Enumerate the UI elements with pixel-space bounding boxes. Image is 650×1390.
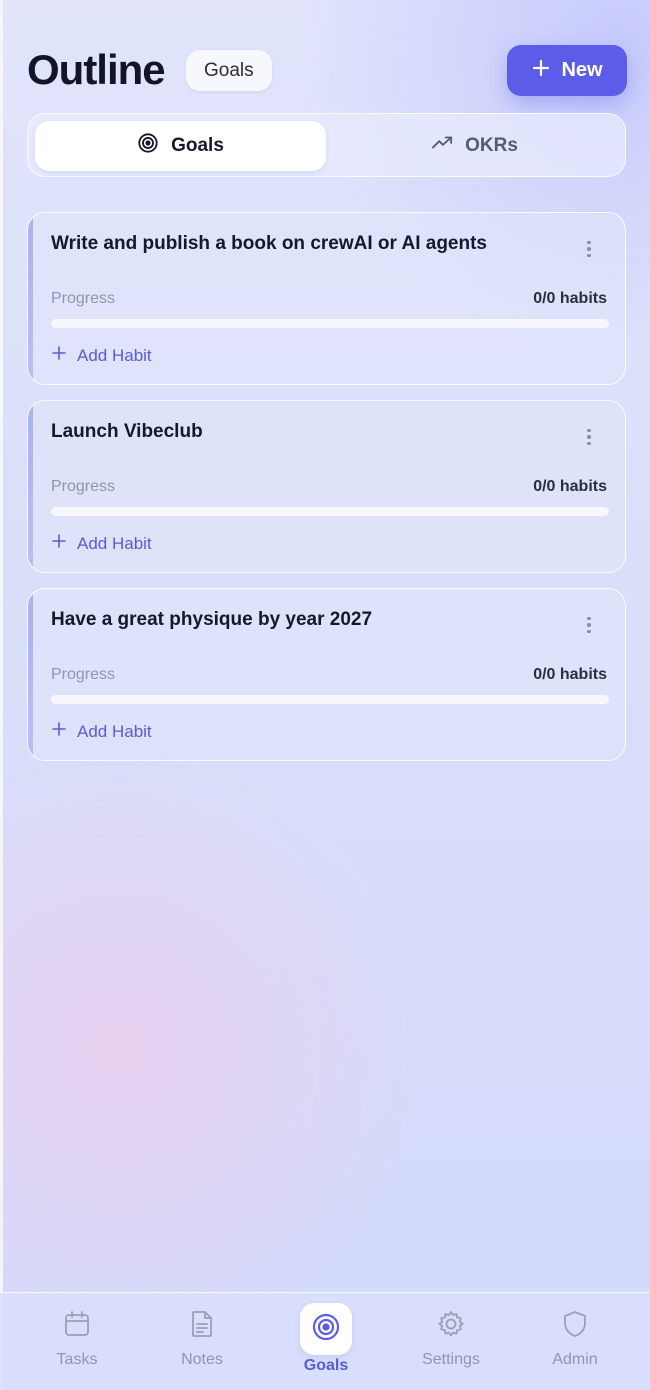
progress-bar <box>51 319 609 328</box>
new-button-label: New <box>561 59 603 81</box>
bottom-nav: Tasks Notes Goals Settings Admin <box>0 1292 650 1390</box>
more-options-icon[interactable] <box>581 237 597 261</box>
progress-count: 0/0 habits <box>533 478 607 495</box>
add-habit-label: Add Habit <box>77 345 152 365</box>
plus-icon <box>51 533 67 554</box>
add-habit-button[interactable]: Add Habit <box>51 345 152 366</box>
plus-icon <box>531 58 551 84</box>
plus-icon <box>51 721 67 742</box>
goal-title: Have a great physique by year 2027 <box>51 609 373 630</box>
progress-bar <box>51 695 609 704</box>
goal-title: Write and publish a book on crewAI or AI… <box>51 233 487 254</box>
add-habit-label: Add Habit <box>77 721 152 741</box>
progress-count: 0/0 habits <box>533 666 607 683</box>
document-icon <box>187 1309 217 1339</box>
nav-item-tasks[interactable]: Tasks <box>22 1293 132 1390</box>
trending-up-icon <box>431 132 453 160</box>
goal-title: Launch Vibeclub <box>51 421 203 442</box>
progress-bar <box>51 507 609 516</box>
nav-item-admin[interactable]: Admin <box>520 1293 630 1390</box>
active-nav-tile <box>300 1303 352 1355</box>
nav-label: Notes <box>181 1351 223 1368</box>
progress-label: Progress <box>51 666 116 683</box>
view-switcher: Goals OKRs <box>27 113 626 177</box>
goal-card[interactable]: Write and publish a book on crewAI or AI… <box>27 212 626 385</box>
nav-label: Settings <box>422 1351 480 1368</box>
page-header: Outline Goals New <box>0 0 650 110</box>
add-habit-label: Add Habit <box>77 533 152 553</box>
progress-label: Progress <box>51 290 116 307</box>
progress-count: 0/0 habits <box>533 290 607 307</box>
section-badge: Goals <box>186 50 272 91</box>
target-icon <box>311 1312 341 1347</box>
progress-label: Progress <box>51 478 116 495</box>
tab-okrs[interactable]: OKRs <box>329 121 620 171</box>
tab-goals[interactable]: Goals <box>35 121 326 171</box>
tab-okrs-label: OKRs <box>465 135 518 156</box>
add-habit-button[interactable]: Add Habit <box>51 721 152 742</box>
nav-item-goals[interactable]: Goals <box>271 1293 381 1390</box>
nav-item-settings[interactable]: Settings <box>396 1293 506 1390</box>
tab-goals-label: Goals <box>171 135 224 156</box>
goal-card[interactable]: Have a great physique by year 2027 Progr… <box>27 588 626 761</box>
goal-card[interactable]: Launch Vibeclub Progress 0/0 habits Add … <box>27 400 626 573</box>
more-options-icon[interactable] <box>581 613 597 637</box>
target-icon <box>137 132 159 160</box>
plus-icon <box>51 345 67 366</box>
nav-label: Admin <box>552 1351 598 1368</box>
shield-icon <box>560 1309 590 1339</box>
calendar-icon <box>62 1309 92 1339</box>
more-options-icon[interactable] <box>581 425 597 449</box>
gear-icon <box>436 1309 466 1339</box>
window-edge <box>0 0 3 1390</box>
add-habit-button[interactable]: Add Habit <box>51 533 152 554</box>
nav-label: Tasks <box>56 1351 98 1368</box>
nav-item-notes[interactable]: Notes <box>147 1293 257 1390</box>
nav-label: Goals <box>303 1357 349 1374</box>
page-title: Outline <box>27 46 166 93</box>
new-goal-button[interactable]: New <box>507 45 627 96</box>
